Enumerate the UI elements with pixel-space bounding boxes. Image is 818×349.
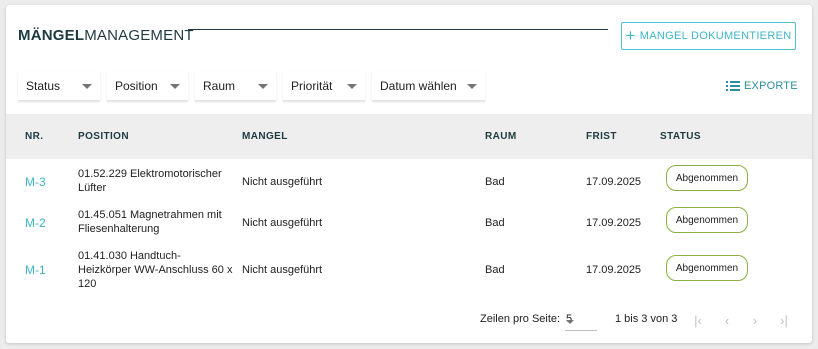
caret-down-icon xyxy=(170,84,180,89)
page-title-rest: MANAGEMENT xyxy=(84,27,194,44)
caret-down-icon xyxy=(566,320,574,324)
document-defect-label: MANGEL DOKUMENTIEREN xyxy=(639,30,792,42)
filter-datum-label: Datum wählen xyxy=(380,79,457,93)
filter-datum[interactable]: Datum wählen xyxy=(372,72,485,101)
list-icon xyxy=(726,81,740,91)
position-line: 01.41.030 Handtuch- xyxy=(78,250,181,262)
filter-raum[interactable]: Raum xyxy=(195,72,276,101)
frist-cell: 17.09.2025 xyxy=(586,264,642,276)
title-divider xyxy=(188,29,608,30)
status-badge: Abgenommen xyxy=(666,255,748,281)
page-title-bold: MÄNGEL xyxy=(18,27,85,44)
col-header-mangel[interactable]: MANGEL xyxy=(242,131,288,142)
position-line: Fliesenhalterung xyxy=(78,223,160,235)
position-line: 01.45.051 Magnetrahmen mit xyxy=(78,209,222,221)
col-header-frist[interactable]: FRIST xyxy=(586,131,617,142)
caret-down-icon xyxy=(467,84,477,89)
defect-number-link[interactable]: M-2 xyxy=(25,216,46,230)
position-cell: 01.45.051 Magnetrahmen mit Fliesenhalter… xyxy=(78,208,238,236)
filter-position-label: Position xyxy=(115,79,158,93)
col-header-position[interactable]: POSITION xyxy=(78,131,129,142)
position-line: 120 xyxy=(78,278,97,290)
filter-status[interactable]: Status xyxy=(18,72,100,101)
position-cell: 01.52.229 Elektromotorischer Lüfter xyxy=(78,167,238,195)
col-header-raum[interactable]: RAUM xyxy=(485,131,517,142)
page-title: MÄNGELMANAGEMENT xyxy=(18,27,194,44)
table-row[interactable]: M-2 01.45.051 Magnetrahmen mit Fliesenha… xyxy=(6,204,812,238)
status-badge: Abgenommen xyxy=(666,207,748,233)
position-line: Lüfter xyxy=(78,182,107,194)
plus-icon: + xyxy=(625,25,636,45)
table-row[interactable]: M-1 01.41.030 Handtuch- Heizkörper WW-An… xyxy=(6,244,812,294)
filter-status-label: Status xyxy=(26,79,61,93)
frist-cell: 17.09.2025 xyxy=(586,217,642,229)
filter-prioritaet[interactable]: Priorität xyxy=(283,72,365,101)
mangel-cell: Nicht ausgeführt xyxy=(242,264,323,276)
raum-cell: Bad xyxy=(485,176,505,188)
document-defect-button[interactable]: + MANGEL DOKUMENTIEREN xyxy=(621,22,796,50)
defect-number-link[interactable]: M-3 xyxy=(25,175,46,189)
mangel-cell: Nicht ausgeführt xyxy=(242,217,323,229)
pagination: Zeilen pro Seite: 5 1 bis 3 von 3 |‹ ‹ ›… xyxy=(6,305,812,335)
rows-per-page-select[interactable]: 5 xyxy=(565,311,597,331)
position-line: Heizkörper WW-Anschluss 60 x xyxy=(78,264,233,276)
caret-down-icon xyxy=(82,84,92,89)
col-header-status[interactable]: STATUS xyxy=(660,131,701,142)
maengel-card: MÄNGELMANAGEMENT + MANGEL DOKUMENTIEREN … xyxy=(6,5,812,343)
filter-position[interactable]: Position xyxy=(107,72,188,101)
mangel-cell: Nicht ausgeführt xyxy=(242,176,323,188)
caret-down-icon xyxy=(258,84,268,89)
raum-cell: Bad xyxy=(485,264,505,276)
defect-number-link[interactable]: M-1 xyxy=(25,263,46,277)
chevron-left-icon[interactable]: ‹ xyxy=(717,310,737,330)
table-row[interactable]: M-3 01.52.229 Elektromotorischer Lüfter … xyxy=(6,162,812,204)
first-page-icon[interactable]: |‹ xyxy=(688,310,708,330)
status-badge: Abgenommen xyxy=(666,165,748,191)
page-range: 1 bis 3 von 3 xyxy=(615,313,678,325)
chevron-right-icon[interactable]: › xyxy=(745,310,765,330)
table-header: NR. POSITION MANGEL RAUM FRIST STATUS xyxy=(6,114,812,159)
filter-prioritaet-label: Priorität xyxy=(291,79,333,93)
caret-down-icon xyxy=(347,84,357,89)
raum-cell: Bad xyxy=(485,217,505,229)
export-button[interactable]: EXPORTE xyxy=(726,80,798,92)
last-page-icon[interactable]: ›| xyxy=(774,310,794,330)
filter-raum-label: Raum xyxy=(203,79,236,93)
export-label: EXPORTE xyxy=(744,80,798,92)
rows-per-page-label: Zeilen pro Seite: xyxy=(480,313,561,325)
frist-cell: 17.09.2025 xyxy=(586,176,642,188)
col-header-nr[interactable]: NR. xyxy=(25,131,43,142)
card-header: MÄNGELMANAGEMENT + MANGEL DOKUMENTIEREN xyxy=(6,5,812,63)
position-cell: 01.41.030 Handtuch- Heizkörper WW-Anschl… xyxy=(78,249,243,291)
position-line: 01.52.229 Elektromotorischer xyxy=(78,168,222,180)
